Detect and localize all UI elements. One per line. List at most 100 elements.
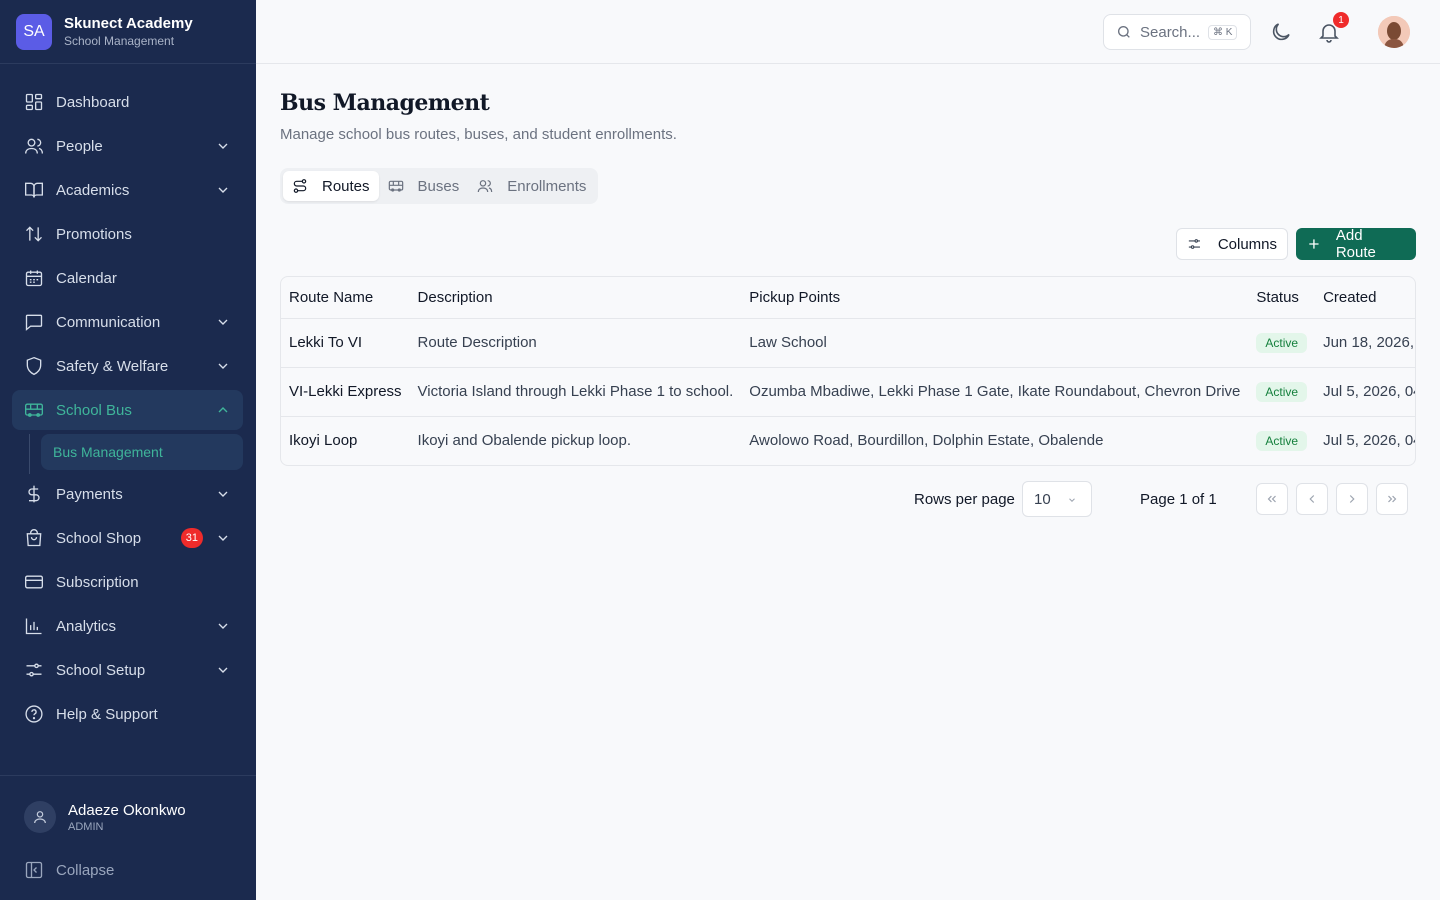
route-name: Ikoyi Loop <box>289 432 358 450</box>
column-header[interactable]: Pickup Points <box>741 277 1249 319</box>
sidebar-item-label: School Setup <box>56 661 146 679</box>
last-page-button[interactable] <box>1376 483 1408 515</box>
route-description: Ikoyi and Obalende pickup loop. <box>417 432 632 450</box>
search-shortcut: ⌘ K <box>1208 24 1238 40</box>
sidebar-subitem-bus-management[interactable]: Bus Management <box>41 434 243 470</box>
arrows-updown-icon <box>26 226 42 242</box>
columns-button[interactable]: Columns <box>1176 228 1288 260</box>
rows-per-page-value: 10 <box>1034 490 1051 508</box>
search-icon <box>1118 26 1130 38</box>
pagination: Rows per page 10 Page 1 of 1 <box>280 481 1416 517</box>
dollar-icon <box>28 485 40 503</box>
plus-icon <box>1309 239 1319 249</box>
user-role: ADMIN <box>68 820 104 833</box>
sidebar-item-label: Calendar <box>56 269 117 287</box>
sidebar-item-label: Academics <box>56 181 130 199</box>
tab-label: Enrollments <box>507 177 587 195</box>
chevron-down-icon <box>218 143 228 149</box>
bar-chart-icon <box>25 618 42 635</box>
brand-name: Skunect Academy <box>64 15 193 32</box>
sidebar-item-people[interactable]: People <box>12 126 243 166</box>
tab-label: Buses <box>417 177 460 195</box>
sidebar-item-payments[interactable]: Payments <box>12 474 243 514</box>
sidebar-item-school-bus[interactable]: School Bus <box>12 390 243 430</box>
sidebar-nav: Dashboard People Academics Promotions Ca… <box>12 82 243 738</box>
dashboard-icon <box>25 93 43 111</box>
chevron-down-icon <box>218 187 228 193</box>
submenu-line <box>29 434 30 474</box>
moon-icon[interactable] <box>1269 20 1293 44</box>
chevron-down-icon <box>1069 498 1075 502</box>
search-input[interactable]: Search... ⌘ K <box>1103 14 1251 50</box>
rows-per-page-select[interactable]: 10 <box>1022 481 1092 517</box>
tab-buses[interactable]: Buses <box>379 171 469 201</box>
brand-logo: SA <box>16 13 52 50</box>
search-placeholder: Search... <box>1140 23 1201 41</box>
users-icon <box>477 180 493 193</box>
table-row[interactable]: VI-Lekki Express Victoria Island through… <box>281 367 1415 417</box>
sidebar-item-academics[interactable]: Academics <box>12 170 243 210</box>
page-title: Bus Management <box>280 90 490 116</box>
topbar: Search... ⌘ K 1 <box>256 0 1440 64</box>
panel-collapse-icon <box>25 861 43 879</box>
school-bus-submenu: Bus Management <box>12 434 243 474</box>
sidebar-item-calendar[interactable]: Calendar <box>12 258 243 298</box>
collapse-button[interactable]: Collapse <box>24 860 114 880</box>
message-icon <box>25 314 43 331</box>
brand[interactable]: SA Skunect Academy School Management <box>0 0 256 64</box>
bus-icon <box>388 180 403 192</box>
route-pickup-points: Law School <box>741 318 1249 368</box>
sidebar-footer: Adaeze Okonkwo ADMIN Collapse <box>0 775 256 900</box>
sidebar-item-promotions[interactable]: Promotions <box>12 214 243 254</box>
shopping-bag-icon <box>26 529 42 547</box>
profile-photo-icon <box>1378 16 1410 48</box>
table-row[interactable]: Lekki To VI Route Description Law School… <box>281 318 1415 368</box>
sliders-icon <box>26 663 42 677</box>
sidebar-item-label: People <box>56 137 103 155</box>
tab-routes[interactable]: Routes <box>283 171 379 201</box>
status-badge: Active <box>1256 430 1308 451</box>
previous-page-button[interactable] <box>1296 483 1328 515</box>
shield-icon <box>26 356 42 376</box>
sidebar: SA Skunect Academy School Management Das… <box>0 0 256 900</box>
column-header[interactable]: Route Name <box>281 277 410 319</box>
route-name: Lekki To VI <box>281 318 410 368</box>
sidebar-item-analytics[interactable]: Analytics <box>12 606 243 646</box>
sidebar-item-dashboard[interactable]: Dashboard <box>12 82 243 122</box>
sidebar-item-label: Help & Support <box>56 705 158 723</box>
help-circle-icon <box>25 705 43 723</box>
first-page-button[interactable] <box>1256 483 1288 515</box>
sidebar-item-label: Analytics <box>56 617 117 635</box>
sidebar-item-communication[interactable]: Communication <box>12 302 243 342</box>
bus-icon <box>25 403 43 417</box>
route-icon <box>293 179 307 193</box>
users-icon <box>25 138 43 154</box>
chevrons-right-icon <box>1388 495 1397 503</box>
status-badge: Active <box>1256 381 1308 402</box>
user-profile[interactable]: Adaeze Okonkwo ADMIN <box>24 801 186 833</box>
tab-list: Routes Buses Enrollments <box>280 168 599 204</box>
column-header[interactable]: Description <box>409 277 742 319</box>
chevron-down-icon <box>218 667 228 673</box>
page-subtitle: Manage school bus routes, buses, and stu… <box>280 126 677 143</box>
sidebar-item-safety-welfare[interactable]: Safety & Welfare <box>12 346 243 386</box>
sidebar-item-subscription[interactable]: Subscription <box>12 562 243 602</box>
next-page-button[interactable] <box>1336 483 1368 515</box>
route-pickup-points: Awolowo Road, Bourdillon, Dolphin Estate… <box>749 432 1104 450</box>
sidebar-item-help-support[interactable]: Help & Support <box>12 694 243 734</box>
add-route-button[interactable]: Add Route <box>1296 227 1416 261</box>
sidebar-item-label: School Bus <box>56 401 132 419</box>
avatar[interactable] <box>1378 16 1410 48</box>
route-status: Active <box>1248 367 1316 417</box>
sidebar-item-school-shop[interactable]: School Shop 31 <box>12 518 243 558</box>
sidebar-item-label: Subscription <box>56 573 139 591</box>
route-description: Route Description <box>409 318 742 368</box>
notification-badge: 1 <box>1333 12 1349 28</box>
sidebar-item-label: Safety & Welfare <box>56 357 169 375</box>
sidebar-item-school-setup[interactable]: School Setup <box>12 650 243 690</box>
column-header[interactable]: Status <box>1248 277 1316 319</box>
table-row[interactable]: Ikoyi Loop Ikoyi and Obalende pickup loo… <box>281 416 1415 465</box>
route-created: Jul 5, 2026, 04:48 <box>1315 367 1415 417</box>
tab-enrollments[interactable]: Enrollments <box>468 171 595 201</box>
column-header[interactable]: Created <box>1315 277 1415 319</box>
